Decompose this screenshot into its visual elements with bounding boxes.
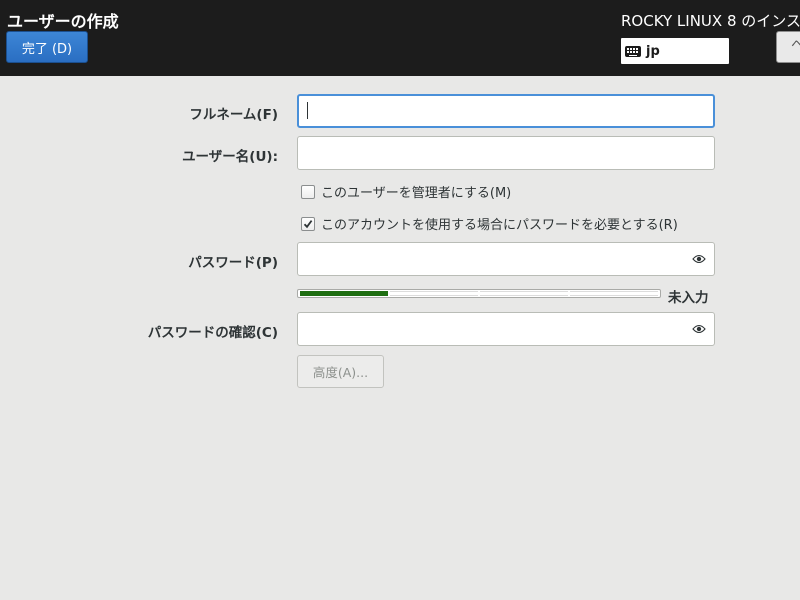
keyboard-layout-indicator[interactable]: jp — [621, 38, 729, 64]
confirm-password-input[interactable] — [297, 312, 715, 346]
eye-icon[interactable] — [692, 323, 706, 335]
fullname-label: フルネーム(F) — [189, 107, 278, 123]
page-title: ユーザーの作成 — [7, 12, 119, 31]
confirm-password-label: パスワードの確認(C) — [147, 325, 278, 341]
admin-checkbox-label: このユーザーを管理者にする(M) — [321, 186, 512, 201]
advanced-button[interactable]: 高度(A)... — [297, 355, 384, 388]
keyboard-layout-label: jp — [646, 43, 660, 59]
help-button[interactable]: ヘ — [776, 31, 800, 63]
done-button[interactable]: 完了 (D) — [6, 31, 88, 63]
fullname-input[interactable] — [297, 94, 715, 128]
require-password-checkbox-label: このアカウントを使用する場合にパスワードを必要とする(R) — [321, 218, 678, 233]
password-strength-text: 未入力 — [668, 290, 709, 306]
require-password-checkbox-row[interactable]: このアカウントを使用する場合にパスワードを必要とする(R) — [301, 214, 678, 233]
password-strength-meter — [297, 289, 661, 298]
checkmark-icon — [303, 219, 313, 228]
keyboard-icon — [625, 45, 641, 57]
admin-checkbox-row[interactable]: このユーザーを管理者にする(M) — [301, 182, 511, 201]
password-label: パスワード(P) — [188, 255, 278, 271]
username-input[interactable] — [297, 136, 715, 170]
username-label: ユーザー名(U): — [182, 149, 278, 165]
strength-segment — [390, 291, 478, 296]
strength-segment — [480, 291, 568, 296]
strength-segment — [570, 291, 658, 296]
admin-checkbox[interactable] — [301, 184, 315, 199]
product-title: ROCKY LINUX 8 のインス — [621, 12, 800, 30]
eye-icon[interactable] — [692, 253, 706, 265]
strength-segment — [300, 291, 388, 296]
require-password-checkbox[interactable] — [301, 216, 315, 231]
password-input[interactable] — [297, 242, 715, 276]
text-caret — [307, 102, 308, 119]
header-bar: ユーザーの作成 完了 (D) ROCKY LINUX 8 のインス jp ヘ — [0, 0, 800, 76]
